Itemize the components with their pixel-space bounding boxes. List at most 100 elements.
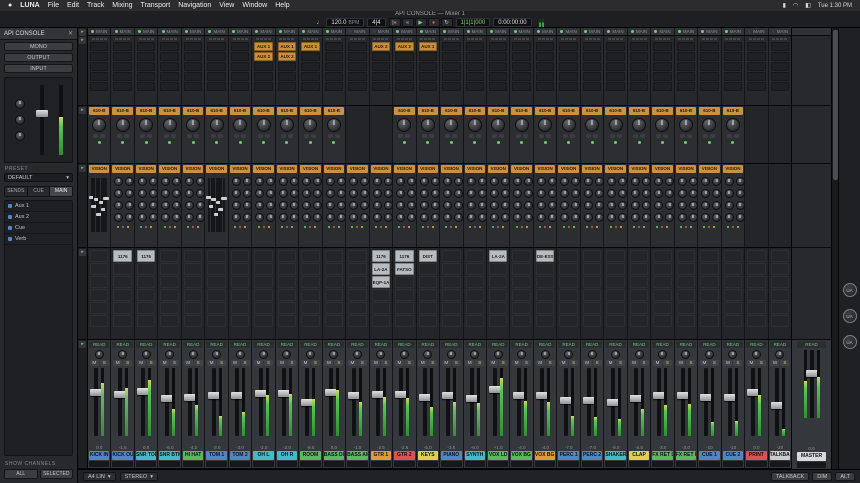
strip-knob[interactable]: [266, 213, 275, 222]
footer-button-selected[interactable]: SELECTED: [40, 469, 74, 479]
strip-plugin-tag[interactable]: VISION: [89, 165, 109, 173]
channel-header[interactable]: MAIN: [88, 28, 110, 35]
insert-slot[interactable]: [442, 315, 460, 327]
strip-knob[interactable]: [232, 177, 241, 186]
fader-track[interactable]: [446, 368, 450, 436]
strip-knob[interactable]: [172, 189, 181, 198]
automation-mode[interactable]: READ: [582, 341, 602, 348]
send-slot[interactable]: [278, 62, 296, 71]
strip-knob[interactable]: [255, 177, 264, 186]
input-option-buttons[interactable]: [628, 134, 650, 138]
strip-knob[interactable]: [513, 201, 522, 210]
send-slot[interactable]: [489, 62, 507, 71]
insert-slot[interactable]: [278, 289, 296, 301]
insert-slot[interactable]: [231, 302, 249, 314]
insert-slot[interactable]: [653, 289, 671, 301]
insert-slot[interactable]: [536, 315, 554, 327]
send-slot[interactable]: AUX 2: [372, 42, 390, 51]
automation-mode[interactable]: READ: [511, 341, 531, 348]
insert-slot[interactable]: [677, 315, 695, 327]
send-slot[interactable]: [466, 72, 484, 81]
strip-plugin-tag[interactable]: VISION: [699, 165, 719, 173]
input-plugin-tag[interactable]: 610-B: [253, 107, 273, 115]
automation-mode[interactable]: READ: [206, 341, 226, 348]
strip-knob[interactable]: [349, 213, 358, 222]
insert-slot[interactable]: [536, 263, 554, 275]
strip-knob[interactable]: [266, 177, 275, 186]
strip-plugin-tag[interactable]: VISION: [206, 165, 226, 173]
strip-knob[interactable]: [560, 177, 569, 186]
send-slot[interactable]: [630, 52, 648, 61]
track-name-tag[interactable]: CUE 1: [699, 451, 719, 460]
eq-band-slider[interactable]: [105, 178, 107, 232]
strip-knob[interactable]: [149, 189, 158, 198]
strip-knob[interactable]: [420, 201, 429, 210]
insert-slot[interactable]: [419, 263, 437, 275]
strip-knob[interactable]: [185, 177, 194, 186]
fader-track[interactable]: [775, 368, 779, 436]
fader-track[interactable]: [751, 368, 755, 436]
send-slot[interactable]: [677, 62, 695, 71]
footer-button-all[interactable]: ALL: [4, 469, 38, 479]
strip-knob[interactable]: [665, 177, 674, 186]
strip-knob[interactable]: [279, 189, 288, 198]
track-name-tag[interactable]: BASS AMP: [347, 451, 367, 460]
send-slot[interactable]: [512, 42, 530, 51]
insert-slot[interactable]: [254, 276, 272, 288]
insert-slot[interactable]: [489, 276, 507, 288]
strip-knob[interactable]: [642, 189, 651, 198]
insert-slot[interactable]: [231, 250, 249, 262]
channel-header[interactable]: MAIN: [745, 28, 767, 35]
strip-knob[interactable]: [302, 213, 311, 222]
track-name-tag[interactable]: KEYS: [418, 451, 438, 460]
strip-knob[interactable]: [326, 201, 335, 210]
input-plugin-tag[interactable]: 610-B: [699, 107, 719, 115]
menu-mixing[interactable]: Mixing: [112, 2, 132, 9]
input-plugin-tag[interactable]: 610-B: [136, 107, 156, 115]
send-slot[interactable]: [771, 82, 789, 91]
strip-knob[interactable]: [701, 189, 710, 198]
track-name-tag[interactable]: SNR TOP: [136, 451, 156, 460]
automation-mode[interactable]: READ: [535, 341, 555, 348]
group-slot[interactable]: [605, 461, 625, 467]
insert-slot[interactable]: [700, 289, 718, 301]
send-slot[interactable]: [747, 72, 765, 81]
strip-knob[interactable]: [467, 177, 476, 186]
send-slot[interactable]: [559, 62, 577, 71]
insert-slot[interactable]: [348, 276, 366, 288]
row-toggle-header[interactable]: ▸: [79, 29, 86, 36]
row-toggle-strip[interactable]: ▸: [79, 165, 86, 172]
automation-mode[interactable]: READ: [465, 341, 485, 348]
group-slot[interactable]: [159, 461, 179, 467]
pan-knob[interactable]: [353, 350, 362, 359]
input-option-buttons[interactable]: [487, 134, 509, 138]
insert-slot[interactable]: [348, 263, 366, 275]
send-slot[interactable]: [559, 42, 577, 51]
automation-mode[interactable]: READ: [89, 341, 109, 348]
insert-slot[interactable]: [747, 289, 765, 301]
send-slot[interactable]: [559, 72, 577, 81]
send-slot[interactable]: [254, 82, 272, 91]
input-gain-knob[interactable]: [280, 118, 294, 132]
input-plugin-tag[interactable]: 610-B: [300, 107, 320, 115]
strip-knob[interactable]: [149, 213, 158, 222]
send-slot[interactable]: [442, 72, 460, 81]
insert-slot[interactable]: [254, 315, 272, 327]
strip-knob[interactable]: [326, 213, 335, 222]
insert-slot[interactable]: [677, 250, 695, 262]
send-slot[interactable]: [231, 52, 249, 61]
strip-knob[interactable]: [642, 213, 651, 222]
automation-mode[interactable]: READ: [723, 341, 743, 348]
insert-slot[interactable]: [90, 276, 108, 288]
strip-knob[interactable]: [631, 189, 640, 198]
insert-slot[interactable]: [677, 263, 695, 275]
input-plugin-tag[interactable]: 610-B: [230, 107, 250, 115]
input-option-buttons[interactable]: [440, 134, 462, 138]
input-option-buttons[interactable]: [698, 134, 720, 138]
strip-knob[interactable]: [454, 201, 463, 210]
insert-slot[interactable]: [278, 302, 296, 314]
send-slot[interactable]: [442, 62, 460, 71]
insert-slot[interactable]: [466, 302, 484, 314]
input-gain-knob[interactable]: [491, 118, 505, 132]
insert-slot[interactable]: [771, 263, 789, 275]
